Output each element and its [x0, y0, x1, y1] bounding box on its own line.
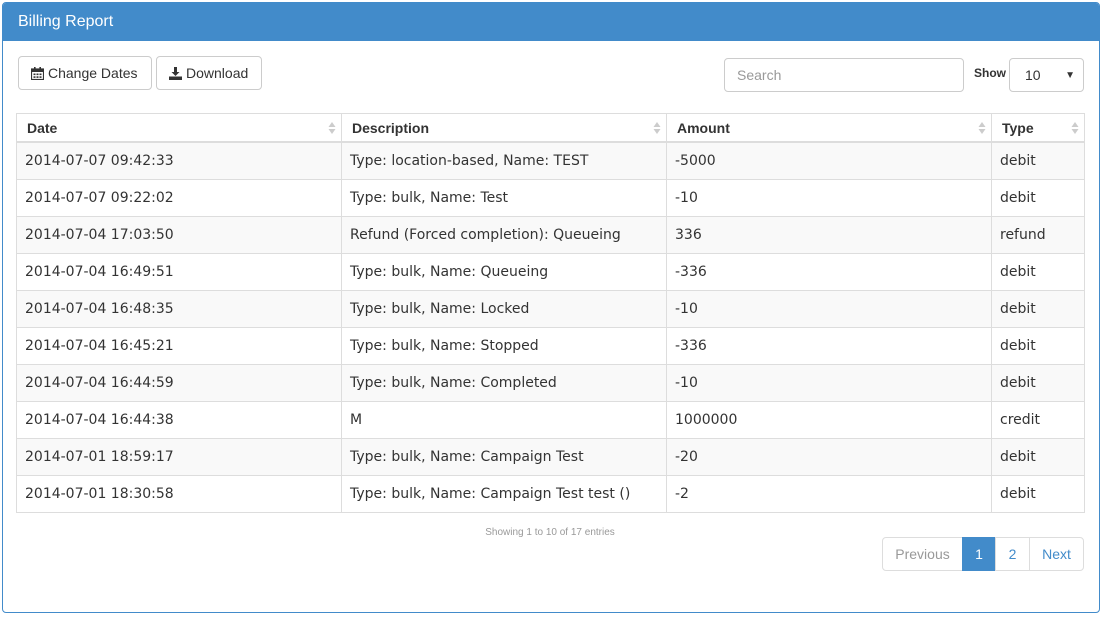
cell-amount: 336 [666, 216, 992, 254]
change-dates-button[interactable]: Change Dates [18, 56, 152, 90]
pagination: Previous 1 2 Next [882, 537, 1084, 571]
table-row: 2014-07-04 16:45:21 Type: bulk, Name: Sto… [16, 327, 1085, 365]
cell-description: Type: bulk, Name: Completed [341, 364, 667, 402]
cell-type: debit [991, 253, 1085, 291]
cell-description: Type: bulk, Name: Queueing [341, 253, 667, 291]
cell-type: debit [991, 364, 1085, 402]
sort-icon [328, 122, 336, 134]
cell-amount: -10 [666, 179, 992, 217]
page-button-2[interactable]: 2 [995, 537, 1030, 571]
cell-description: Type: location-based, Name: TEST [341, 141, 667, 180]
cell-type: debit [991, 438, 1085, 476]
cell-type: debit [991, 141, 1085, 180]
previous-page-button[interactable]: Previous [882, 537, 963, 571]
cell-date: 2014-07-04 16:45:21 [16, 327, 342, 365]
column-header-label: Date [27, 119, 58, 136]
column-header-description[interactable]: Description [341, 113, 667, 143]
page-size-select[interactable]: 10 ▼ [1009, 58, 1084, 92]
cell-description: Type: bulk, Name: Locked [341, 290, 667, 328]
caret-down-icon: ▼ [1065, 69, 1075, 81]
cell-date: 2014-07-07 09:22:02 [16, 179, 342, 217]
download-label: Download [186, 65, 249, 81]
change-dates-label: Change Dates [48, 65, 138, 81]
cell-type: debit [991, 475, 1085, 513]
billing-table: Date Description Amount Type 2014-07-07 … [16, 113, 1085, 513]
cell-date: 2014-07-04 16:44:59 [16, 364, 342, 402]
table-row: 2014-07-01 18:59:17 Type: bulk, Name: Cam… [16, 438, 1085, 476]
cell-date: 2014-07-04 16:48:35 [16, 290, 342, 328]
cell-type: credit [991, 401, 1085, 439]
cell-amount: -2 [666, 475, 992, 513]
cell-amount: -10 [666, 290, 992, 328]
column-header-date[interactable]: Date [16, 113, 342, 143]
download-icon [169, 66, 182, 80]
cell-description: Type: bulk, Name: Campaign Test test () [341, 475, 667, 513]
cell-type: refund [991, 216, 1085, 254]
column-header-label: Type [1002, 119, 1034, 136]
cell-date: 2014-07-04 16:44:38 [16, 401, 342, 439]
cell-amount: -10 [666, 364, 992, 402]
table-row: 2014-07-04 16:48:35 Type: bulk, Name: Loc… [16, 290, 1085, 328]
show-label: Show [974, 66, 1006, 80]
next-page-button[interactable]: Next [1029, 537, 1084, 571]
cell-type: debit [991, 290, 1085, 328]
cell-amount: -20 [666, 438, 992, 476]
cell-date: 2014-07-04 16:49:51 [16, 253, 342, 291]
cell-date: 2014-07-01 18:59:17 [16, 438, 342, 476]
column-header-amount[interactable]: Amount [666, 113, 992, 143]
cell-date: 2014-07-01 18:30:58 [16, 475, 342, 513]
column-header-label: Description [352, 119, 430, 136]
cell-amount: -5000 [666, 141, 992, 180]
download-button[interactable]: Download [156, 56, 262, 90]
sort-icon [653, 122, 661, 134]
cell-description: Type: bulk, Name: Stopped [341, 327, 667, 365]
table-row: 2014-07-07 09:22:02 Type: bulk, Name: Tes… [16, 179, 1085, 217]
sort-icon [1071, 122, 1079, 134]
table-row: 2014-07-01 18:30:58 Type: bulk, Name: Cam… [16, 475, 1085, 513]
cell-date: 2014-07-07 09:42:33 [16, 141, 342, 180]
panel-title: Billing Report [3, 3, 1099, 41]
cell-date: 2014-07-04 17:03:50 [16, 216, 342, 254]
table-row: 2014-07-04 16:49:51 Type: bulk, Name: Que… [16, 253, 1085, 291]
cell-description: M [341, 401, 667, 439]
column-header-type[interactable]: Type [991, 113, 1085, 143]
search-input[interactable] [724, 58, 964, 92]
page-size-value: 10 [1025, 67, 1041, 83]
cell-description: Refund (Forced completion): Queueing [341, 216, 667, 254]
column-header-label: Amount [677, 119, 730, 136]
table-row: 2014-07-04 16:44:38 M 1000000 credit [16, 401, 1085, 439]
cell-description: Type: bulk, Name: Campaign Test [341, 438, 667, 476]
sort-icon [978, 122, 986, 134]
cell-type: debit [991, 179, 1085, 217]
table-header-row: Date Description Amount Type [16, 113, 1085, 143]
cell-type: debit [991, 327, 1085, 365]
table-row: 2014-07-04 17:03:50 Refund (Forced comple… [16, 216, 1085, 254]
cell-amount: 1000000 [666, 401, 992, 439]
cell-amount: -336 [666, 253, 992, 291]
calendar-icon [31, 66, 44, 80]
cell-amount: -336 [666, 327, 992, 365]
page-button-1[interactable]: 1 [962, 537, 996, 571]
cell-description: Type: bulk, Name: Test [341, 179, 667, 217]
table-row: 2014-07-07 09:42:33 Type: location-based,… [16, 141, 1085, 180]
table-row: 2014-07-04 16:44:59 Type: bulk, Name: Com… [16, 364, 1085, 402]
